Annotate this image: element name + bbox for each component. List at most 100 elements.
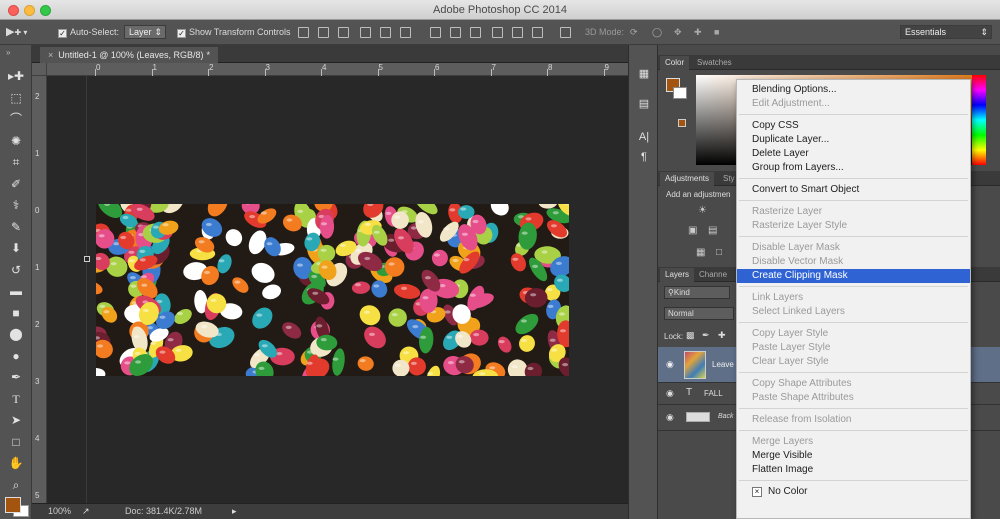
document-tab[interactable]: × Untitled-1 @ 100% (Leaves, RGB/8) * xyxy=(40,47,218,63)
rectangle-tool-icon[interactable]: □ xyxy=(6,433,26,451)
ruler-origin[interactable] xyxy=(32,63,47,76)
menu-item-paste-layer-style[interactable]: Paste Layer Style xyxy=(737,341,970,355)
close-tab-icon[interactable]: × xyxy=(48,50,53,60)
tab-color[interactable]: Color xyxy=(660,56,690,70)
menu-item-duplicate-layer[interactable]: Duplicate Layer... xyxy=(737,133,970,147)
distribute-right-icon[interactable] xyxy=(532,27,543,38)
lasso-tool-icon[interactable]: ⌒ xyxy=(6,110,26,128)
history-brush-icon[interactable]: ↺ xyxy=(6,261,26,279)
auto-align-icon[interactable] xyxy=(560,27,571,38)
distribute-top-icon[interactable] xyxy=(430,27,441,38)
menu-item-flatten-image[interactable]: Flatten Image xyxy=(737,463,970,477)
menu-item-paste-shape-attributes[interactable]: Paste Shape Attributes xyxy=(737,391,970,405)
menu-item-merge-layers[interactable]: Merge Layers xyxy=(737,435,970,449)
hand-tool-icon[interactable]: ✋ xyxy=(6,454,26,472)
menu-item-create-clipping-mask[interactable]: Create Clipping Mask xyxy=(737,269,970,283)
align-left-icon[interactable] xyxy=(360,27,371,38)
move-tool-icon[interactable]: ▸✚ xyxy=(6,67,26,85)
blur-tool-icon[interactable]: ⬤ xyxy=(6,325,26,343)
3d-slide-icon[interactable]: ✚ xyxy=(694,25,702,39)
align-top-icon[interactable] xyxy=(298,27,309,38)
menu-item-no-color[interactable]: × No Color xyxy=(737,485,970,499)
distribute-left-icon[interactable] xyxy=(492,27,503,38)
adjustment-levels-icon[interactable]: ▣ xyxy=(688,225,697,236)
horizontal-ruler[interactable]: 0 1 2 3 4 5 6 7 8 9 xyxy=(47,63,628,76)
menu-item-select-linked-layers[interactable]: Select Linked Layers xyxy=(737,305,970,319)
menu-item-rasterize-layer[interactable]: Rasterize Layer xyxy=(737,205,970,219)
panel-collapse-icon[interactable]: » xyxy=(6,48,10,57)
history-icon[interactable]: ▦ xyxy=(636,67,652,83)
menu-item-convert-to-smart-object[interactable]: Convert to Smart Object xyxy=(737,183,970,197)
tab-layers[interactable]: Layers xyxy=(660,268,695,282)
quick-select-tool-icon[interactable]: ✺ xyxy=(6,132,26,150)
menu-item-blending-options[interactable]: Blending Options... xyxy=(737,83,970,97)
adjustment-threshold-icon[interactable]: □ xyxy=(716,247,722,258)
3d-rotate-icon[interactable]: ⟳ xyxy=(630,25,638,39)
auto-select-dropdown[interactable]: Layer ⇕ xyxy=(124,25,166,39)
properties-icon[interactable]: ▤ xyxy=(636,97,652,113)
menu-item-copy-css[interactable]: Copy CSS xyxy=(737,119,970,133)
menu-item-copy-layer-style[interactable]: Copy Layer Style xyxy=(737,327,970,341)
menu-item-clear-layer-style[interactable]: Clear Layer Style xyxy=(737,355,970,369)
transform-handle[interactable] xyxy=(84,256,90,262)
distribute-vcenter-icon[interactable] xyxy=(450,27,461,38)
clone-stamp-icon[interactable]: ⬇ xyxy=(6,239,26,257)
auto-select-checkbox[interactable]: ✓ Auto-Select: xyxy=(58,25,119,39)
dodge-tool-icon[interactable]: ● xyxy=(6,347,26,365)
menu-item-link-layers[interactable]: Link Layers xyxy=(737,291,970,305)
distribute-bottom-icon[interactable] xyxy=(470,27,481,38)
foreground-color-swatch[interactable] xyxy=(5,497,21,513)
menu-item-disable-vector-mask[interactable]: Disable Vector Mask xyxy=(737,255,970,269)
visibility-eye-icon[interactable]: ◉ xyxy=(666,359,674,370)
zoom-level[interactable]: 100% xyxy=(48,504,71,519)
3d-scale-icon[interactable]: ■ xyxy=(714,25,719,39)
menu-item-group-from-layers[interactable]: Group from Layers... xyxy=(737,161,970,175)
visibility-eye-icon[interactable]: ◉ xyxy=(666,388,674,399)
brush-tool-icon[interactable]: ✎ xyxy=(6,218,26,236)
tab-channels[interactable]: Channe xyxy=(694,268,732,282)
menu-item-merge-visible[interactable]: Merge Visible xyxy=(737,449,970,463)
gradient-tool-icon[interactable]: ■ xyxy=(6,304,26,322)
layer-filter-dropdown[interactable]: ⚲Kind xyxy=(664,286,730,299)
character-icon[interactable]: A| xyxy=(636,131,652,147)
tab-adjustments[interactable]: Adjustments xyxy=(660,172,715,186)
align-hcenter-icon[interactable] xyxy=(380,27,391,38)
visibility-eye-icon[interactable]: ◉ xyxy=(666,412,674,423)
lock-move-icon[interactable]: ✚ xyxy=(718,330,726,341)
lock-pixels-icon[interactable]: ▩ xyxy=(686,330,695,341)
eyedropper-tool-icon[interactable]: ✐ xyxy=(6,175,26,193)
hue-slider[interactable] xyxy=(972,75,986,165)
marquee-tool-icon[interactable]: ⬚ xyxy=(6,89,26,107)
align-vcenter-icon[interactable] xyxy=(318,27,329,38)
menu-item-release-from-isolation[interactable]: Release from Isolation xyxy=(737,413,970,427)
adjustment-invert-icon[interactable]: ▦ xyxy=(696,247,705,258)
crop-tool-icon[interactable]: ⌗ xyxy=(6,153,26,171)
3d-roll-icon[interactable]: ◯ xyxy=(652,25,662,39)
menu-item-delete-layer[interactable]: Delete Layer xyxy=(737,147,970,161)
paragraph-icon[interactable]: ¶ xyxy=(636,151,652,167)
menu-item-rasterize-layer-style[interactable]: Rasterize Layer Style xyxy=(737,219,970,233)
healing-brush-icon[interactable]: ⚕ xyxy=(6,196,26,214)
align-right-icon[interactable] xyxy=(400,27,411,38)
zoom-tool-icon[interactable]: ⌕ xyxy=(6,476,26,494)
move-tool-preset-icon[interactable]: ▶✚ ▾ xyxy=(6,25,27,39)
adjustment-brightness-icon[interactable]: ☀ xyxy=(698,205,707,216)
menu-item-edit-adjustment[interactable]: Edit Adjustment... xyxy=(737,97,970,111)
tab-swatches[interactable]: Swatches xyxy=(692,56,737,70)
type-tool-icon[interactable]: T xyxy=(6,390,26,408)
pen-tool-icon[interactable]: ✒ xyxy=(6,368,26,386)
menu-item-disable-layer-mask[interactable]: Disable Layer Mask xyxy=(737,241,970,255)
share-icon[interactable]: ↗ xyxy=(82,504,90,519)
3d-drag-icon[interactable]: ✥ xyxy=(674,25,682,39)
workspace-dropdown[interactable]: Essentials ⇕ xyxy=(900,25,992,39)
path-select-icon[interactable]: ➤ xyxy=(6,411,26,429)
status-menu-arrow-icon[interactable]: ▸ xyxy=(232,504,237,519)
jelly-beans-image[interactable] xyxy=(96,204,569,376)
blend-mode-dropdown[interactable]: Normal xyxy=(664,307,734,320)
panel-bg-color[interactable] xyxy=(673,87,687,99)
align-bottom-icon[interactable] xyxy=(338,27,349,38)
distribute-hcenter-icon[interactable] xyxy=(512,27,523,38)
lock-paint-icon[interactable]: ✒ xyxy=(702,330,710,341)
show-transform-controls-checkbox[interactable]: ✓ Show Transform Controls xyxy=(177,25,291,39)
menu-item-copy-shape-attributes[interactable]: Copy Shape Attributes xyxy=(737,377,970,391)
